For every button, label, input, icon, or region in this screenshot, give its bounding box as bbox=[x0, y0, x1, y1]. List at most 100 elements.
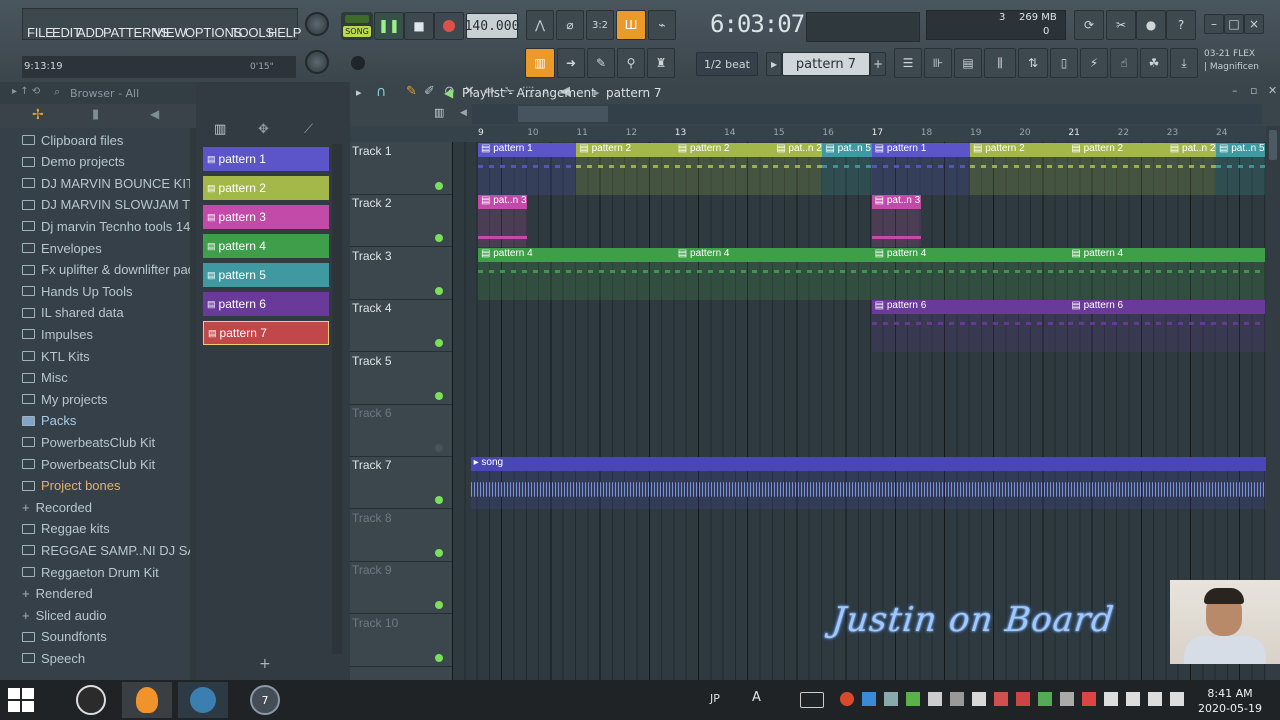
playlist-clip[interactable]: ▤ pat..n 2 bbox=[773, 143, 823, 195]
plugin-button[interactable]: ☘ bbox=[1140, 48, 1168, 78]
playlist-clip[interactable]: ▤ pattern 2 bbox=[674, 143, 774, 195]
picker-add-icon[interactable]: + bbox=[259, 656, 271, 672]
maximize-button[interactable]: □ bbox=[1224, 14, 1244, 34]
pencil-tool-icon[interactable]: ✎ bbox=[406, 84, 417, 99]
overview-window[interactable] bbox=[518, 106, 608, 122]
track-mute-led[interactable] bbox=[435, 182, 443, 190]
browser-item[interactable]: Demo projects bbox=[22, 152, 125, 172]
clock[interactable]: 8:41 AM 2020-05-19 bbox=[1198, 686, 1262, 716]
undo-history-button[interactable]: ⟳ bbox=[1074, 10, 1104, 40]
add-pattern-button[interactable]: + bbox=[870, 52, 886, 76]
channel-rack-button[interactable]: ▤ bbox=[954, 48, 982, 78]
magnet-icon[interactable]: ∩ bbox=[376, 84, 386, 100]
pattern-item[interactable]: ▤ pattern 6 bbox=[203, 292, 329, 316]
tray-icon-13[interactable] bbox=[1104, 692, 1118, 706]
pattern-item[interactable]: ▤ pattern 7 bbox=[203, 321, 329, 345]
pencil-button[interactable]: ✎ bbox=[587, 48, 615, 78]
tray-icon-9[interactable] bbox=[1016, 692, 1030, 706]
browser-item[interactable]: + Sliced audio bbox=[22, 605, 106, 625]
tray-icon-2[interactable] bbox=[862, 692, 876, 706]
battery-icon[interactable] bbox=[1148, 692, 1162, 706]
master-volume-knob[interactable] bbox=[305, 12, 329, 36]
browser-item[interactable]: DJ MARVIN BOUNCE KITS bbox=[22, 173, 203, 193]
playlist-clip[interactable]: ▤ pat..n 5 bbox=[822, 143, 872, 195]
browser-item[interactable]: My projects bbox=[22, 389, 107, 409]
track-label[interactable]: Track 1 bbox=[352, 144, 392, 158]
browser-item[interactable]: Envelopes bbox=[22, 238, 102, 258]
playlist-clip[interactable]: ▤ pat..n 3 bbox=[871, 195, 921, 248]
playlist-clip[interactable]: ▤ pattern 6 bbox=[1068, 300, 1266, 353]
fl-studio-button[interactable] bbox=[122, 682, 172, 718]
playlist-clip[interactable]: ▤ pattern 1 bbox=[478, 143, 577, 195]
tray-icon-8[interactable] bbox=[994, 692, 1008, 706]
track-label[interactable]: Track 10 bbox=[352, 616, 398, 630]
track-mute-led[interactable] bbox=[435, 444, 443, 452]
project-browser-button[interactable]: ▯ bbox=[1050, 48, 1078, 78]
close-button[interactable]: × bbox=[1244, 14, 1264, 34]
tray-icon-12[interactable] bbox=[1082, 692, 1096, 706]
track-mute-led[interactable] bbox=[435, 653, 443, 662]
app-button[interactable]: 7 bbox=[240, 682, 290, 718]
stamp-button[interactable]: ♜ bbox=[647, 48, 675, 78]
piano-icon[interactable]: ▥ bbox=[214, 122, 226, 137]
menu-help[interactable]: HELP bbox=[268, 25, 301, 40]
playlist-maximize-icon[interactable]: ▫ bbox=[1250, 84, 1257, 97]
playlist-clip[interactable]: ▤ pattern 2 bbox=[970, 143, 1069, 195]
track-label[interactable]: Track 9 bbox=[352, 563, 392, 577]
playlist-close-icon[interactable]: ✕ bbox=[1268, 84, 1277, 97]
pattern-item[interactable]: ▤ pattern 4 bbox=[203, 234, 329, 258]
playlist-clip[interactable]: ▤ pattern 6 bbox=[871, 300, 1069, 353]
menu-add[interactable]: ADD bbox=[77, 25, 104, 40]
browser-item[interactable]: KTL Kits bbox=[22, 346, 90, 366]
tray-icon-10[interactable] bbox=[1038, 692, 1052, 706]
browser-star-icon[interactable]: ✢ bbox=[32, 107, 44, 123]
tray-icon-11[interactable] bbox=[1060, 692, 1074, 706]
browser-item[interactable]: Clipboard files bbox=[22, 130, 123, 150]
browser-item[interactable]: + Recorded bbox=[22, 497, 92, 517]
browser-speaker-icon[interactable]: ◀ bbox=[150, 107, 159, 121]
playlist-snap-button[interactable]: ▥ bbox=[525, 48, 555, 78]
playlist-clip[interactable]: ▤ pat..n 3 bbox=[478, 195, 528, 248]
picker-scrollbar[interactable] bbox=[332, 144, 342, 654]
browser-item[interactable]: Packs bbox=[22, 411, 76, 431]
tray-icon-3[interactable] bbox=[884, 692, 898, 706]
playlist-clip[interactable]: ▤ pattern 2 bbox=[1068, 143, 1167, 195]
playlist-menu-arrow[interactable]: ▸ bbox=[356, 86, 362, 99]
browser-doc-icon[interactable]: ▮ bbox=[92, 107, 99, 122]
track-label[interactable]: Track 8 bbox=[352, 511, 392, 525]
link-button[interactable]: ⚲ bbox=[617, 48, 645, 78]
pattern-prev-button[interactable]: ▸ bbox=[766, 52, 782, 76]
wand-icon[interactable]: ⟋ bbox=[304, 122, 313, 137]
lang-indicator[interactable]: JP bbox=[710, 692, 720, 705]
overview-strip[interactable] bbox=[472, 104, 1262, 124]
tray-icons[interactable] bbox=[840, 692, 1190, 708]
browser-item[interactable]: + Rendered bbox=[22, 584, 93, 604]
start-button[interactable] bbox=[8, 688, 36, 712]
browser-item[interactable]: PowerbeatsClub Kit bbox=[22, 432, 155, 452]
loop-record-button[interactable]: ⌁ bbox=[648, 10, 676, 40]
track-label[interactable]: Track 5 bbox=[352, 354, 392, 368]
track-label[interactable]: Track 2 bbox=[352, 196, 392, 210]
ime-mode[interactable]: A bbox=[752, 690, 761, 705]
tray-icon-7[interactable] bbox=[972, 692, 986, 706]
cut-button[interactable]: ✂ bbox=[1106, 10, 1136, 40]
move-icon[interactable]: ✥ bbox=[258, 122, 269, 137]
beat-snap-select[interactable]: 1/2 beat bbox=[696, 52, 758, 76]
tray-icon-4[interactable] bbox=[906, 692, 920, 706]
search-icon[interactable]: ⌕ bbox=[54, 85, 60, 99]
piano-toggle-icon[interactable]: ▥ bbox=[434, 106, 444, 119]
track-label[interactable]: Track 6 bbox=[352, 406, 392, 420]
plugin-picker-button[interactable]: ⚡ bbox=[1080, 48, 1108, 78]
browser-item[interactable]: Dj marvin Tecnho tools 140 bbox=[22, 216, 198, 236]
browser-item[interactable]: Reggae kits bbox=[22, 519, 110, 539]
playlist-clip[interactable]: ▤ pattern 4 bbox=[1068, 247, 1266, 300]
playlist-button[interactable]: ☰ bbox=[894, 48, 922, 78]
tempo-display[interactable]: 140.000 bbox=[465, 13, 519, 39]
timeline-ruler[interactable]: 9 10 11 12 13 14 15 16 17 18 19 20 21 22 23 24 bbox=[452, 126, 1266, 142]
track-mute-led[interactable] bbox=[435, 391, 443, 400]
menu-file[interactable]: FILE bbox=[27, 25, 54, 40]
pattern-item[interactable]: ▤ pattern 3 bbox=[203, 205, 329, 229]
browser-item[interactable]: Fx uplifter & downlifter pack bbox=[22, 260, 201, 280]
steam-button[interactable] bbox=[178, 682, 228, 718]
browser-item[interactable]: Hands Up Tools bbox=[22, 281, 133, 301]
